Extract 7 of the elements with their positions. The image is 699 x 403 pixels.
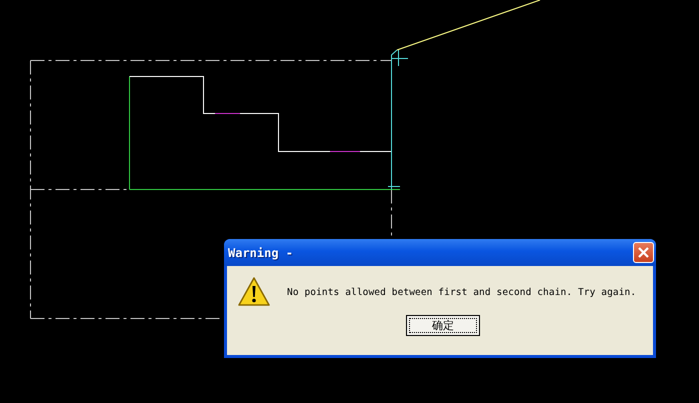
dashed-line	[391, 189, 392, 238]
ok-button[interactable]: 确定	[406, 315, 480, 336]
dialog-title: Warning -	[228, 246, 294, 260]
close-button[interactable]	[633, 242, 654, 263]
warning-message: No points allowed between first and second chain. Try again.	[287, 286, 636, 298]
warning-icon	[237, 276, 271, 308]
close-icon	[637, 246, 650, 259]
